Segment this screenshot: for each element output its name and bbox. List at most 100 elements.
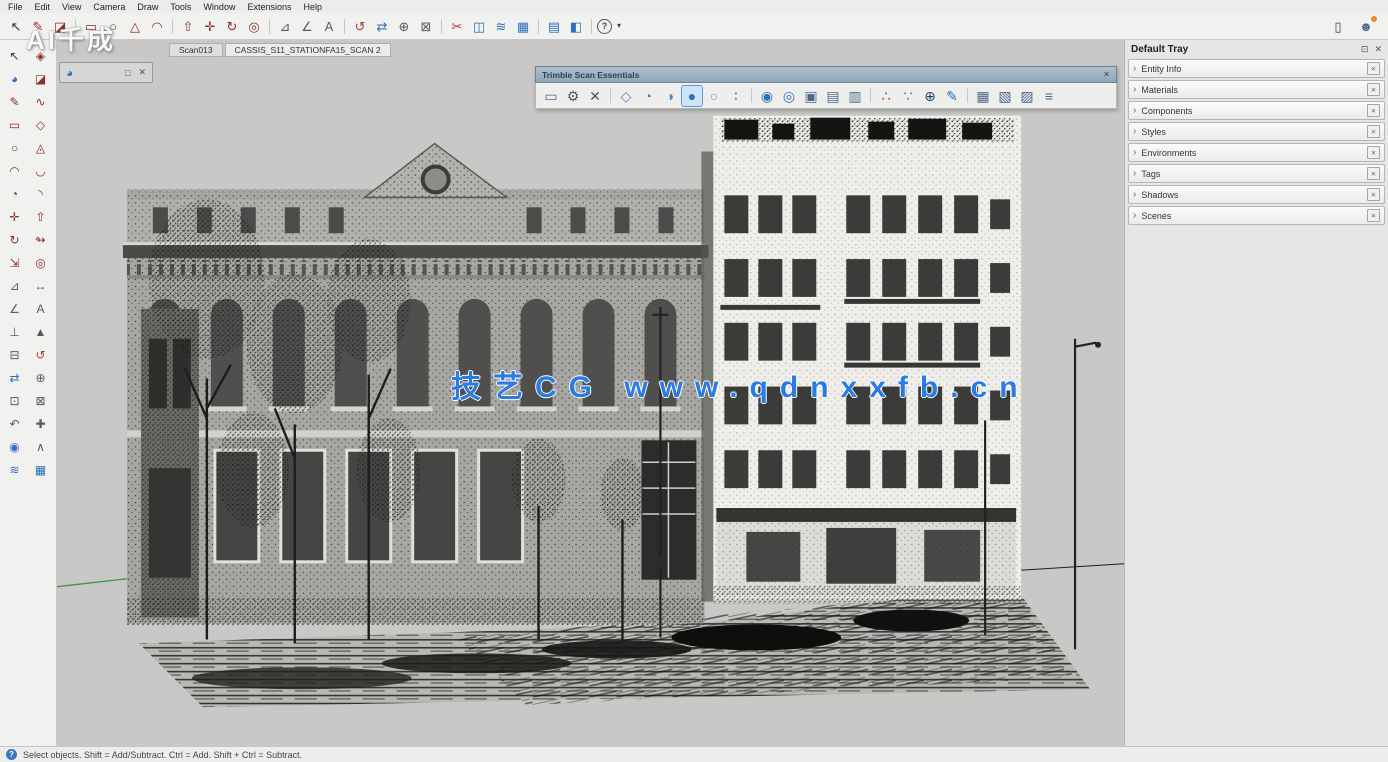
viewport[interactable]: Scan013CASSIS_S11_STATIONFA15_SCAN 2 ◕ □… bbox=[57, 40, 1124, 746]
3d-text-icon[interactable]: ▲ bbox=[29, 322, 53, 342]
three-point-arc-icon[interactable]: ◝ bbox=[29, 184, 53, 204]
menu-file[interactable]: File bbox=[8, 2, 23, 12]
section-close-button[interactable]: ✕ bbox=[1367, 146, 1380, 159]
pin-icon[interactable]: ⊡ bbox=[1361, 44, 1369, 55]
menu-help[interactable]: Help bbox=[303, 2, 322, 12]
move-icon[interactable]: ✛ bbox=[200, 16, 220, 36]
pan-icon[interactable]: ⇄ bbox=[3, 368, 27, 388]
move-icon[interactable]: ✛ bbox=[3, 207, 27, 227]
restore-icon[interactable]: □ bbox=[125, 68, 130, 78]
select-icon[interactable]: ↖ bbox=[3, 46, 27, 66]
paint-bucket-icon[interactable]: ◕ bbox=[3, 69, 27, 89]
menu-edit[interactable]: Edit bbox=[35, 2, 51, 12]
orbit-icon[interactable]: ↺ bbox=[29, 345, 53, 365]
mesh-grid-icon[interactable]: ▤ bbox=[823, 86, 843, 106]
line-icon[interactable]: ✎ bbox=[3, 92, 27, 112]
menu-extensions[interactable]: Extensions bbox=[247, 2, 291, 12]
previous-view-icon[interactable]: ↶ bbox=[3, 414, 27, 434]
collapsed-toolbar[interactable]: ◕ □ ✕ bbox=[59, 62, 153, 83]
point-style-full-icon[interactable]: ● bbox=[682, 86, 702, 106]
close-icon[interactable]: ✕ bbox=[1374, 44, 1382, 55]
menu-view[interactable]: View bbox=[62, 2, 81, 12]
tray-section-scenes[interactable]: › Scenes ✕ bbox=[1128, 206, 1385, 225]
follow-me-icon[interactable]: ↬ bbox=[29, 230, 53, 250]
rotated-rectangle-icon[interactable]: ◇ bbox=[29, 115, 53, 135]
menu-camera[interactable]: Camera bbox=[93, 2, 125, 12]
clip-box-icon[interactable]: ▭ bbox=[541, 86, 561, 106]
tray-section-components[interactable]: › Components ✕ bbox=[1128, 101, 1385, 120]
offset-icon[interactable]: ◎ bbox=[29, 253, 53, 273]
text-icon[interactable]: A bbox=[29, 299, 53, 319]
zoom-extents-icon[interactable]: ⊠ bbox=[416, 16, 436, 36]
tape-measure-icon[interactable]: ⊿ bbox=[275, 16, 295, 36]
tray-section-shadows[interactable]: › Shadows ✕ bbox=[1128, 185, 1385, 204]
section-close-button[interactable]: ✕ bbox=[1367, 188, 1380, 201]
styles-icon[interactable]: ◧ bbox=[566, 16, 586, 36]
tray-section-materials[interactable]: › Materials ✕ bbox=[1128, 80, 1385, 99]
eraser-icon[interactable]: ◪ bbox=[29, 69, 53, 89]
rotate-icon[interactable]: ↻ bbox=[222, 16, 242, 36]
tray-section-environments[interactable]: › Environments ✕ bbox=[1128, 143, 1385, 162]
freehand-icon[interactable]: ∿ bbox=[29, 92, 53, 112]
export-mesh-icon[interactable]: ▦ bbox=[973, 86, 993, 106]
zoom-extents-icon[interactable]: ⊠ bbox=[29, 391, 53, 411]
scan-toolbar-titlebar[interactable]: Trimble Scan Essentials ✕ bbox=[535, 66, 1117, 83]
point-size-icon[interactable]: ∶ bbox=[726, 86, 746, 106]
axes-icon[interactable]: ⊥ bbox=[3, 322, 27, 342]
section-close-button[interactable]: ✕ bbox=[1367, 125, 1380, 138]
point-style-outline-icon[interactable]: ◇ bbox=[616, 86, 636, 106]
zoom-window-icon[interactable]: ⊡ bbox=[3, 391, 27, 411]
select-icon[interactable]: ↖ bbox=[6, 16, 26, 36]
tab-cassis-scan2[interactable]: CASSIS_S11_STATIONFA15_SCAN 2 bbox=[225, 43, 391, 57]
two-point-arc-icon[interactable]: ◡ bbox=[29, 161, 53, 181]
menu-window[interactable]: Window bbox=[203, 2, 235, 12]
inspect-points-icon[interactable]: ∴ bbox=[876, 86, 896, 106]
add-point-icon[interactable]: ⊕ bbox=[920, 86, 940, 106]
snap-point-icon[interactable]: ◉ bbox=[757, 86, 777, 106]
status-help-icon[interactable]: ? bbox=[6, 749, 17, 760]
layers-icon[interactable]: ▤ bbox=[544, 16, 564, 36]
text-icon[interactable]: A bbox=[319, 16, 339, 36]
rectangle-icon[interactable]: ▭ bbox=[3, 115, 27, 135]
point-style-quarter-icon[interactable]: ◔ bbox=[638, 86, 658, 106]
walk-icon[interactable]: ∧ bbox=[29, 437, 53, 457]
section-close-button[interactable]: ✕ bbox=[1367, 104, 1380, 117]
pie-icon[interactable]: ◔ bbox=[3, 184, 27, 204]
clip-box-icon[interactable]: ▦ bbox=[29, 460, 53, 480]
scale-icon[interactable]: ⇲ bbox=[3, 253, 27, 273]
tape-measure-icon[interactable]: ⊿ bbox=[3, 276, 27, 296]
menu-tools[interactable]: Tools bbox=[170, 2, 191, 12]
look-around-icon[interactable]: ◉ bbox=[3, 437, 27, 457]
protractor-icon[interactable]: ∠ bbox=[297, 16, 317, 36]
rotate-icon[interactable]: ↻ bbox=[3, 230, 27, 250]
fit-points-icon[interactable]: ∵ bbox=[898, 86, 918, 106]
scan-clip-icon[interactable]: ✂ bbox=[447, 16, 467, 36]
push-pull-icon[interactable]: ⇧ bbox=[178, 16, 198, 36]
orbit-icon[interactable]: ↺ bbox=[350, 16, 370, 36]
section-close-button[interactable]: ✕ bbox=[1367, 209, 1380, 222]
pan-icon[interactable]: ⇄ bbox=[372, 16, 392, 36]
point-style-half-icon[interactable]: ◑ bbox=[660, 86, 680, 106]
point-style-ghost-icon[interactable]: ○ bbox=[704, 86, 724, 106]
delete-icon[interactable]: ✕ bbox=[585, 86, 605, 106]
scan-section-icon[interactable]: ◫ bbox=[469, 16, 489, 36]
account-icon[interactable]: ☻ bbox=[1356, 16, 1376, 36]
help-icon[interactable]: ? bbox=[597, 19, 612, 34]
zoom-icon[interactable]: ⊕ bbox=[29, 368, 53, 388]
arc-icon[interactable]: ◠ bbox=[147, 16, 167, 36]
section-close-button[interactable]: ✕ bbox=[1367, 62, 1380, 75]
layers-stack-icon[interactable]: ≡ bbox=[1039, 86, 1059, 106]
snap-edge-icon[interactable]: ◎ bbox=[779, 86, 799, 106]
tray-section-styles[interactable]: › Styles ✕ bbox=[1128, 122, 1385, 141]
section-close-button[interactable]: ✕ bbox=[1367, 83, 1380, 96]
position-camera-icon[interactable]: ✚ bbox=[29, 414, 53, 434]
menu-draw[interactable]: Draw bbox=[137, 2, 158, 12]
close-icon[interactable]: ✕ bbox=[138, 67, 146, 78]
polygon-icon[interactable]: △ bbox=[125, 16, 145, 36]
dimensions-icon[interactable]: ↔ bbox=[29, 276, 53, 296]
settings-icon[interactable]: ⚙ bbox=[563, 86, 583, 106]
arc-icon[interactable]: ◠ bbox=[3, 161, 27, 181]
circle-icon[interactable]: ○ bbox=[3, 138, 27, 158]
close-icon[interactable]: ✕ bbox=[1103, 70, 1110, 79]
push-pull-icon[interactable]: ⇧ bbox=[29, 207, 53, 227]
